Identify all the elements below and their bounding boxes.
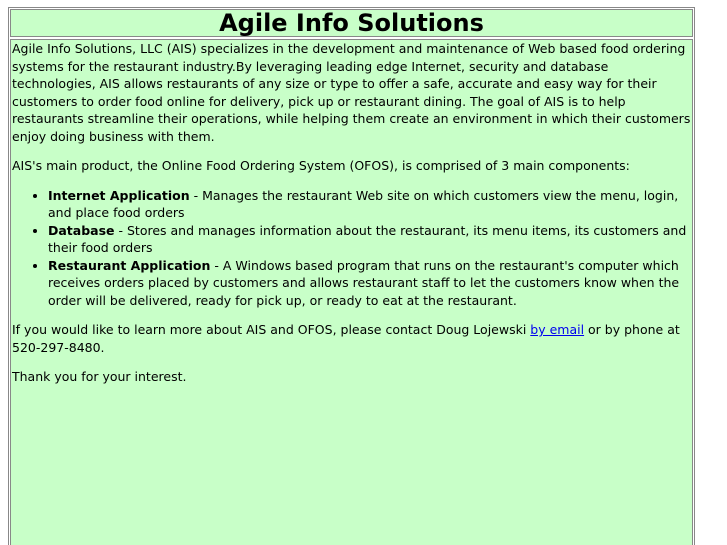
component-name: Database bbox=[48, 222, 115, 238]
page-title: Agile Info Solutions bbox=[219, 9, 484, 37]
component-name: Internet Application bbox=[48, 187, 190, 203]
intro-paragraph: Agile Info Solutions, LLC (AIS) speciali… bbox=[12, 41, 691, 144]
contact-paragraph: If you would like to learn more about AI… bbox=[12, 321, 691, 356]
main-content: Agile Info Solutions, LLC (AIS) speciali… bbox=[10, 39, 693, 545]
components-list: Internet Application - Manages the resta… bbox=[12, 187, 691, 310]
list-item: Internet Application - Manages the resta… bbox=[48, 187, 691, 222]
product-intro-paragraph: AIS's main product, the Online Food Orde… bbox=[12, 158, 630, 173]
header-banner: Agile Info Solutions bbox=[10, 9, 693, 37]
component-name: Restaurant Application bbox=[48, 257, 211, 273]
page-frame: Agile Info Solutions Agile Info Solution… bbox=[8, 7, 695, 545]
component-description: - Stores and manages information about t… bbox=[48, 222, 687, 256]
thanks-paragraph: Thank you for your interest. bbox=[12, 369, 187, 384]
list-item: Restaurant Application - A Windows based… bbox=[48, 257, 691, 310]
list-item: Database - Stores and manages informatio… bbox=[48, 222, 691, 257]
contact-text-before: If you would like to learn more about AI… bbox=[12, 322, 531, 337]
email-link[interactable]: by email bbox=[530, 322, 584, 337]
